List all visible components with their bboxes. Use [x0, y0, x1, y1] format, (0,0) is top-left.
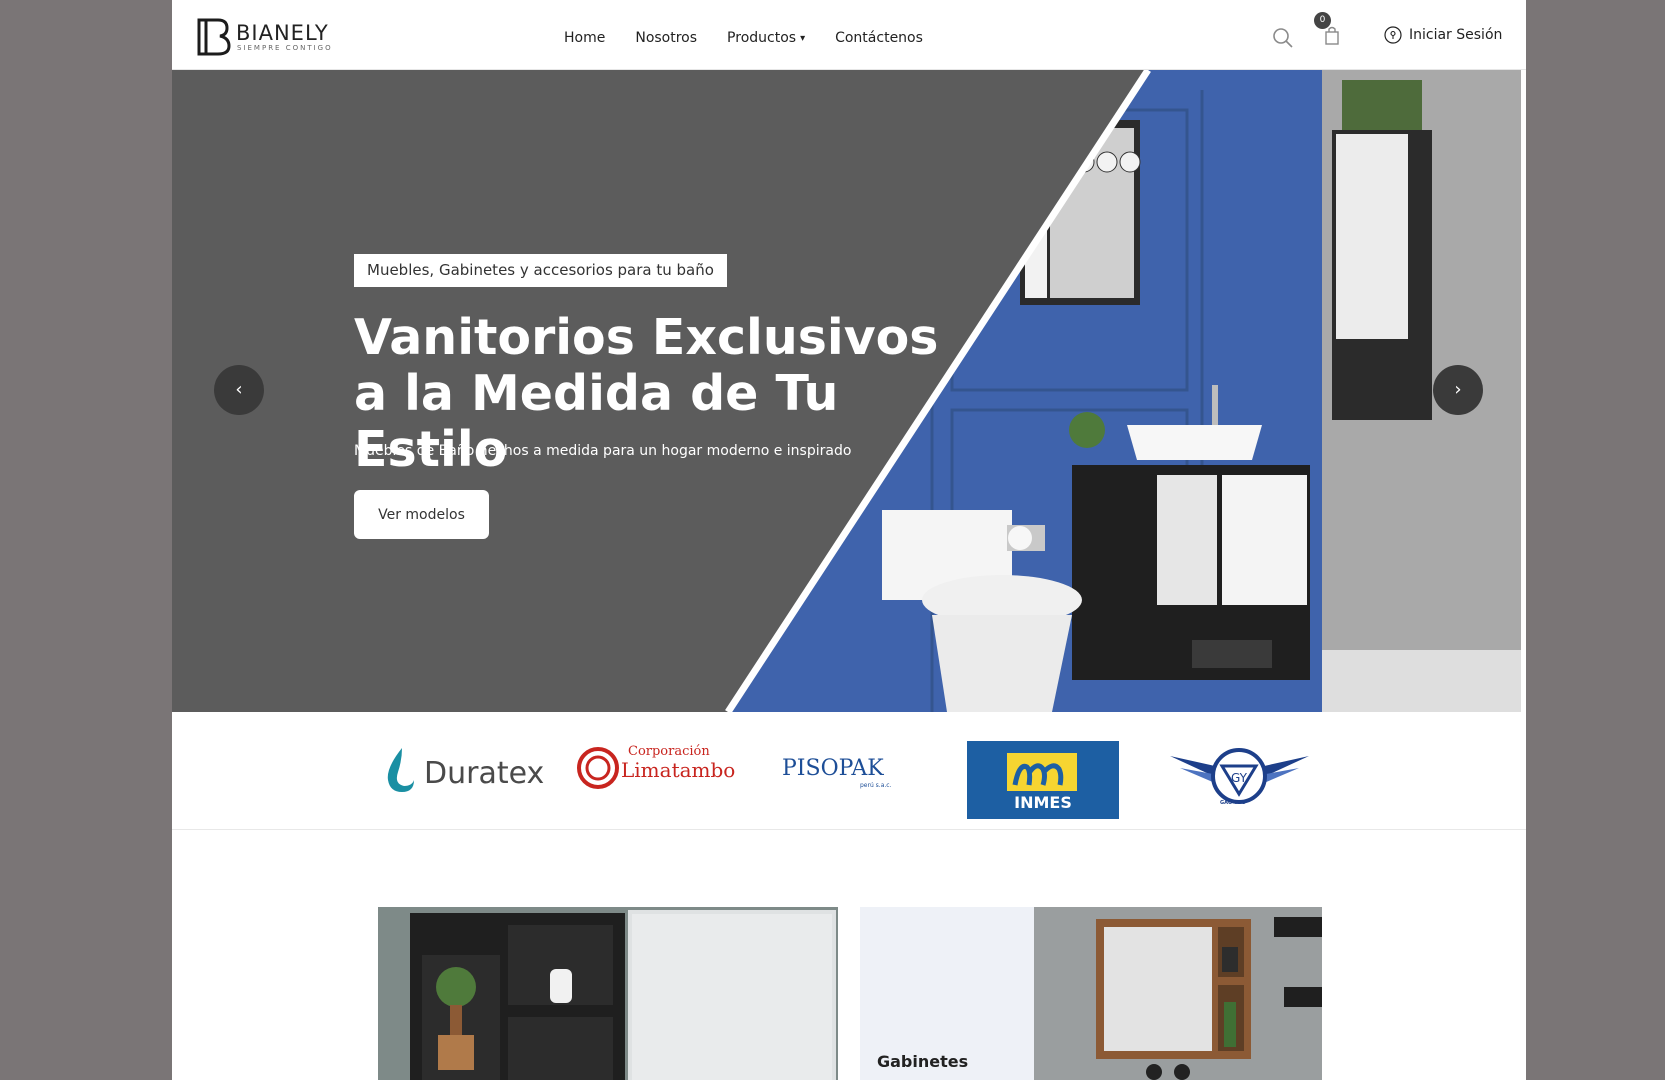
chevron-right-icon: › [1454, 379, 1462, 400]
brand-duratex-name: Duratex [424, 756, 545, 791]
nav-nosotros[interactable]: Nosotros [635, 26, 697, 51]
category-image-gabinetes [1034, 907, 1322, 1080]
chevron-left-icon: ‹ [235, 379, 243, 400]
hero-slider: Muebles, Gabinetes y accesorios para tu … [172, 70, 1521, 712]
nav-productos[interactable]: Productos ▾ [727, 26, 805, 51]
brand-inmes-name: INMES [1014, 793, 1072, 812]
gabinete-illustration [1034, 907, 1322, 1080]
brand-inmes[interactable]: INMES [967, 741, 1119, 819]
brand-limatambo-name: Limatambo [621, 758, 736, 782]
site-header: BIANELY SIEMPRE CONTIGO Home Nosotros Pr… [172, 0, 1526, 70]
hero-next-button[interactable]: › [1433, 365, 1483, 415]
search-button[interactable] [1272, 27, 1294, 49]
brand-pisopak[interactable]: PISOPAK perú s.a.c. [782, 738, 902, 806]
hero-prev-button[interactable]: ‹ [214, 365, 264, 415]
category-card-gabinetes[interactable]: Gabinetes [860, 907, 1322, 1080]
brand-logos-strip: Duratex Corporación Limatambo PISOPAK pe… [172, 712, 1526, 830]
duratex-drop-icon [387, 748, 414, 792]
hero-subtitle: Muebles de Baño hechos a medida para un … [354, 443, 852, 459]
logo-mark-icon [197, 18, 231, 56]
brand-duratex[interactable]: Duratex [382, 738, 544, 806]
main-nav: Home Nosotros Productos ▾ Contáctenos [564, 26, 953, 51]
search-icon [1273, 28, 1293, 48]
ver-modelos-button[interactable]: Ver modelos [354, 490, 489, 539]
nav-home[interactable]: Home [564, 26, 605, 51]
nav-contactenos[interactable]: Contáctenos [835, 26, 923, 51]
brand-gaoyou[interactable]: GY GAO YOU [1162, 738, 1317, 806]
site-logo[interactable]: BIANELY SIEMPRE CONTIGO [196, 17, 346, 57]
page: BIANELY SIEMPRE CONTIGO Home Nosotros Pr… [172, 0, 1526, 1080]
cart-button[interactable] [1322, 25, 1344, 49]
gaoyou-monogram: GY [1231, 771, 1248, 785]
category-card-muebles[interactable] [378, 907, 838, 1080]
brand-pisopak-name: PISOPAK [782, 756, 884, 781]
login-link[interactable]: Iniciar Sesión [1384, 26, 1502, 44]
brand-name: BIANELY [236, 21, 329, 45]
brand-tagline: SIEMPRE CONTIGO [237, 44, 333, 52]
brand-gaoyou-name: GAO YOU [1220, 800, 1246, 806]
brand-limatambo-top: Corporación [628, 744, 710, 759]
chevron-down-icon: ▾ [800, 33, 806, 44]
brand-limatambo[interactable]: Corporación Limatambo [576, 738, 736, 806]
cart-count-badge: 0 [1314, 12, 1331, 29]
location-pin-icon [1384, 26, 1402, 44]
category-image-shelf [378, 907, 838, 1080]
limatambo-seal-icon [577, 747, 619, 789]
login-label: Iniciar Sesión [1409, 27, 1503, 43]
nav-productos-label: Productos [727, 30, 797, 46]
brand-pisopak-sub: perú s.a.c. [860, 782, 892, 789]
hero-tagline: Muebles, Gabinetes y accesorios para tu … [354, 254, 727, 287]
category-label-gabinetes: Gabinetes [877, 1052, 969, 1071]
